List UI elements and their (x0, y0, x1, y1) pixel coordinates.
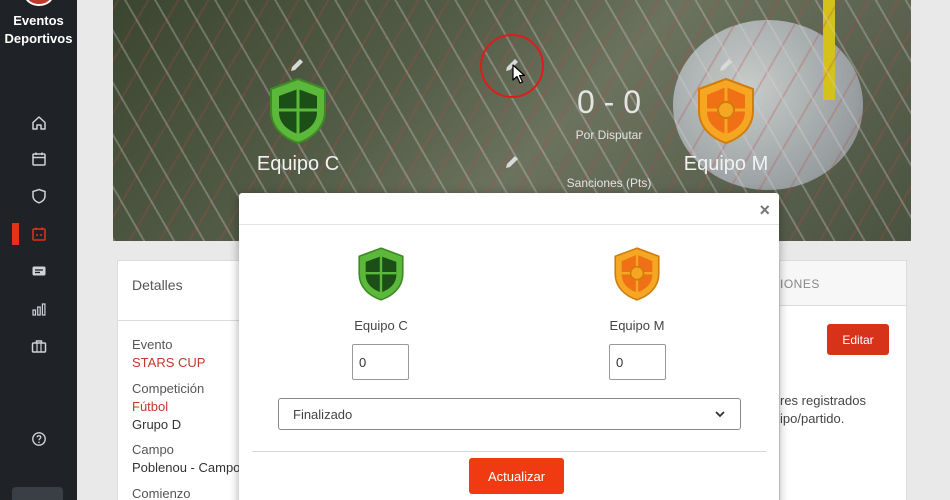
chevron-down-icon (715, 411, 725, 418)
sanctions-note-line-2: ipo/partido. (780, 411, 845, 426)
update-result-modal: × Equipo C Equipo M Finalizado Actualiza… (239, 193, 779, 500)
venue-label: Campo (132, 442, 174, 457)
away-team-hero[interactable]: Equipo M (636, 77, 816, 176)
details-card: Detalles Evento STARS CUP Competición Fú… (117, 260, 243, 500)
shield-icon (31, 188, 46, 204)
edit-sanctions-pencil-icon[interactable] (504, 154, 520, 170)
match-status-selected-value: Finalizado (293, 406, 353, 422)
sidebar-item-teams[interactable] (0, 183, 77, 209)
modal-home-team: Equipo C (311, 245, 451, 333)
home-team-name: Equipo C (256, 153, 340, 175)
event-label: Evento (132, 337, 173, 352)
sanctions-label: Sanciones (Pts) (566, 176, 652, 190)
home-icon (31, 116, 46, 130)
away-score-input[interactable] (609, 344, 666, 380)
edit-home-team-pencil-icon[interactable] (289, 57, 305, 73)
away-team-shield-icon (698, 77, 754, 145)
brand-title[interactable]: Eventos Deportivos (0, 12, 77, 48)
home-team-shield-icon (358, 247, 404, 301)
competition-label: Competición (132, 381, 205, 396)
venue-value: Poblenou - Campo (132, 460, 241, 475)
modal-home-team-name: Equipo C (354, 318, 408, 333)
home-score-input[interactable] (352, 344, 409, 380)
sanctions-note-line-1: res registrados (780, 393, 866, 408)
sidebar-item-help[interactable] (0, 426, 77, 452)
home-team-hero[interactable]: Equipo C (208, 77, 388, 176)
start-label: Comienzo (132, 486, 191, 500)
modal-footer-divider (252, 451, 766, 452)
calendar-match-icon (31, 227, 46, 241)
sidebar-item-matches[interactable] (0, 221, 77, 247)
details-heading: Detalles (118, 261, 242, 321)
sanctions-tab-bar: IONES (780, 261, 906, 306)
modal-away-team: Equipo M (567, 245, 707, 333)
edit-away-team-pencil-icon[interactable] (718, 57, 734, 73)
competition-value-link[interactable]: Fútbol (132, 399, 168, 414)
group-value: Grupo D (132, 417, 182, 432)
close-icon[interactable]: × (759, 200, 770, 221)
sidebar-item-stats[interactable] (0, 296, 77, 322)
brand-line-1: Eventos (13, 13, 64, 28)
modal-header-divider (239, 224, 779, 225)
brand-line-2: Deportivos (4, 31, 73, 46)
brand-logo (24, 0, 54, 6)
id-card-icon (32, 266, 45, 276)
sidebar-collapse-button[interactable] (12, 487, 63, 500)
update-button[interactable]: Actualizar (469, 458, 564, 494)
edit-button[interactable]: Editar (827, 324, 889, 355)
event-value-link[interactable]: STARS CUP (132, 355, 205, 370)
away-team-shield-icon (614, 247, 660, 301)
sidebar-item-home[interactable] (0, 110, 77, 136)
sidebar-item-organization[interactable] (0, 333, 77, 359)
sidebar: Eventos Deportivos (0, 0, 77, 500)
bar-chart-icon (31, 303, 45, 316)
sidebar-item-cards[interactable] (0, 258, 77, 284)
help-icon (31, 432, 46, 446)
briefcase-icon (31, 340, 46, 353)
tab-sanctions[interactable]: IONES (780, 277, 820, 291)
calendar-icon (31, 152, 46, 166)
mouse-cursor-icon (512, 64, 526, 84)
home-team-shield-icon (270, 77, 326, 145)
modal-away-team-name: Equipo M (609, 318, 665, 333)
away-team-name: Equipo M (683, 153, 769, 175)
sidebar-item-calendar[interactable] (0, 146, 77, 172)
match-status-select[interactable]: Finalizado (278, 398, 741, 430)
sanctions-card: IONES Editar res registrados ipo/partido… (779, 260, 907, 500)
